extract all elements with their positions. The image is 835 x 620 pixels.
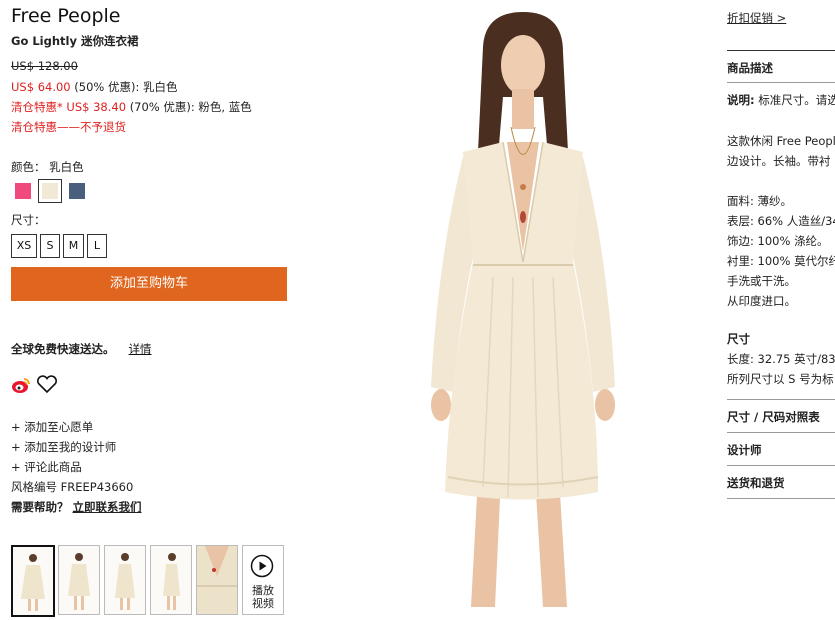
sale-note: (50% 优惠): 乳白色 xyxy=(74,80,178,94)
shipping-details-link[interactable]: 详情 xyxy=(129,342,152,356)
import-line: 从印度进口。 xyxy=(727,294,796,308)
contact-us-link[interactable]: 立即联系我们 xyxy=(73,500,142,514)
product-image[interactable] xyxy=(423,7,623,607)
action-links: + 添加至心愿单 + 添加至我的设计师 + 评论此商品 风格编号 FREEP43… xyxy=(11,417,142,517)
sale-price-line: US$ 64.00 (50% 优惠): 乳白色 xyxy=(11,79,178,95)
add-to-wishlist-link[interactable]: + 添加至心愿单 xyxy=(11,417,142,437)
size-s[interactable]: S xyxy=(40,234,60,258)
clearance-note: (70% 优惠): 粉色, 蓝色 xyxy=(129,100,252,114)
size-label: 尺寸： xyxy=(11,213,46,227)
care-line: 手洗或干洗。 xyxy=(727,274,796,288)
shipping-returns-link[interactable]: 送货和退货 xyxy=(727,475,785,491)
sale-price: US$ 64.00 xyxy=(11,80,71,94)
designer-link[interactable]: 设计师 xyxy=(727,442,762,458)
size-note: 所列尺寸以 S 号为标 xyxy=(727,372,834,386)
shipping-text: 全球免费快速送达。 xyxy=(11,342,115,356)
divider xyxy=(727,399,835,400)
help-line: 需要帮助？ 立即联系我们 xyxy=(11,497,142,517)
divider xyxy=(727,498,835,499)
size-xs[interactable]: XS xyxy=(11,234,37,258)
swatch-cream[interactable] xyxy=(38,179,62,203)
add-to-designers-link[interactable]: + 添加至我的设计师 xyxy=(11,437,142,457)
review-link[interactable]: + 评论此商品 xyxy=(11,457,142,477)
heart-icon[interactable] xyxy=(36,374,58,394)
brand-name[interactable]: Free People xyxy=(11,5,120,27)
note-line: 说明: 标准尺寸。请选择 xyxy=(727,92,835,108)
thumbnail-3[interactable] xyxy=(104,545,146,615)
desc-line-2: 边设计。长袖。带衬 xyxy=(727,154,831,168)
final-sale-note: 清仓特惠——不予退货 xyxy=(11,120,126,134)
thumbnail-1[interactable] xyxy=(11,545,55,617)
weibo-icon[interactable] xyxy=(11,375,31,395)
desc-line-1: 这款休闲 Free People xyxy=(727,134,835,148)
thumbnail-4[interactable] xyxy=(150,545,192,615)
trim-line: 饰边: 100% 涤纶。 xyxy=(727,234,829,248)
note-label: 说明: xyxy=(727,93,755,107)
divider xyxy=(727,82,835,83)
style-number: 风格编号 FREEP43660 xyxy=(11,480,134,494)
shipping-line: 全球免费快速送达。 详情 xyxy=(11,341,152,357)
length-line: 长度: 32.75 英寸/83 xyxy=(727,352,835,366)
lining-line: 衬里: 100% 莫代尔纤 xyxy=(727,254,835,268)
size-chart-link[interactable]: 尺寸 / 尺码对照表 xyxy=(727,409,820,425)
play-icon xyxy=(250,554,274,578)
color-selected: 乳白色 xyxy=(49,160,84,174)
swatch-blue[interactable] xyxy=(69,183,85,199)
fabric-line: 面料: 薄纱。 xyxy=(727,194,793,208)
description-heading[interactable]: 商品描述 xyxy=(727,60,773,76)
size-m[interactable]: M xyxy=(63,234,84,258)
divider xyxy=(727,465,835,466)
note-text: 标准尺寸。请选择 xyxy=(758,93,835,107)
description-body: 这款休闲 Free People 边设计。长袖。带衬 面料: 薄纱。 表层: 6… xyxy=(727,131,835,311)
swatch-pink[interactable] xyxy=(15,183,31,199)
shell-line: 表层: 66% 人造丝/34 xyxy=(727,214,835,228)
clearance-price: 清仓特惠* US$ 38.40 xyxy=(11,100,127,114)
size-l[interactable]: L xyxy=(87,234,107,258)
add-to-cart-button[interactable]: 添加至购物车 xyxy=(11,267,287,301)
color-label-line: 颜色： 乳白色 xyxy=(11,159,84,175)
divider xyxy=(727,50,835,51)
video-thumbnail[interactable]: 播放视频 xyxy=(242,545,284,615)
promo-link[interactable]: 折扣促销 > xyxy=(727,10,786,26)
thumbnail-2[interactable] xyxy=(58,545,100,615)
video-label: 播放视频 xyxy=(252,584,274,610)
help-label: 需要帮助？ xyxy=(11,500,69,514)
clearance-line: 清仓特惠* US$ 38.40 (70% 优惠): 粉色, 蓝色 xyxy=(11,99,252,115)
divider xyxy=(727,432,835,433)
thumbnail-5-detail[interactable] xyxy=(196,545,238,615)
original-price: US$ 128.00 xyxy=(11,59,78,73)
size-heading: 尺寸 xyxy=(727,332,750,346)
product-name: Go Lightly 迷你连衣裙 xyxy=(11,34,139,48)
color-label: 颜色： xyxy=(11,160,46,174)
